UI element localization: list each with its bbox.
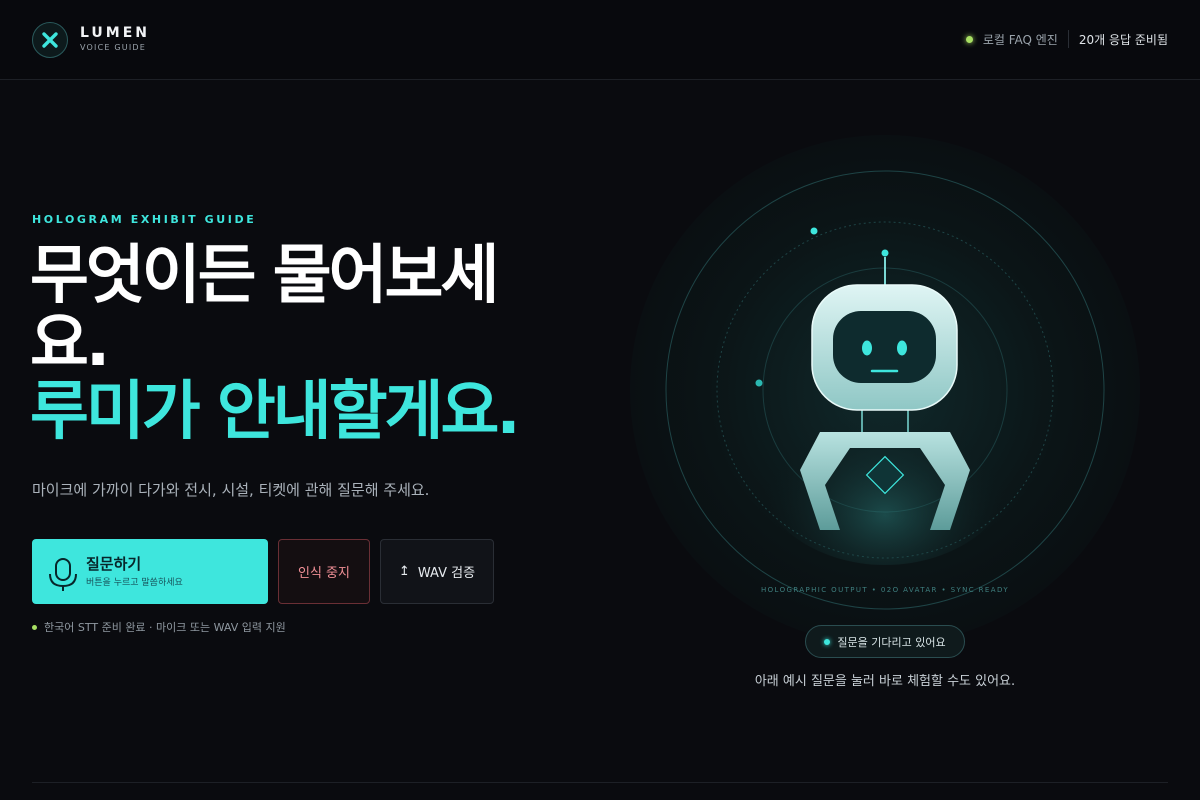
hologram-avatar-stage [630, 135, 1140, 645]
hero-subtitle: 마이크에 가까이 다가와 전시, 시설, 티켓에 관해 질문해 주세요. [32, 481, 430, 499]
hologram-caption: HOLOGRAPHIC OUTPUT • 02O AVATAR • SYNC R… [760, 586, 1010, 594]
example-hint: 아래 예시 질문을 눌러 바로 체험할 수도 있어요. [754, 674, 1016, 689]
avatar-right-eye [897, 340, 907, 356]
upload-arrow-icon: ↥ [398, 564, 410, 579]
engine-label: 로컬 FAQ 엔진 [982, 32, 1058, 47]
status-dot-icon [965, 35, 973, 43]
brand-tagline: VOICE GUIDE [80, 43, 147, 52]
top-header: LUMEN VOICE GUIDE 로컬 FAQ 엔진 20개 응답 준비됨 [0, 0, 1200, 80]
avatar-left-eye [862, 340, 872, 356]
status-divider [1067, 30, 1069, 48]
logo-x-icon [32, 22, 68, 58]
eyebrow-label: HOLOGRAM EXHIBIT GUIDE [32, 213, 257, 226]
ask-button-label: 질문하기 [86, 555, 142, 573]
headline-line-1: 무엇이든 물어보세요. [30, 239, 499, 381]
avatar-state-label: 질문을 기다리고 있어요 [837, 635, 946, 649]
responses-ready-label: 20개 응답 준비됨 [1078, 32, 1168, 47]
brand-name: LUMEN [80, 25, 151, 41]
microphone-icon [48, 558, 78, 596]
ask-button-hint: 버튼을 누르고 말씀하세요 [86, 578, 183, 588]
wav-verify-button[interactable]: ↥ WAV 검증 [380, 539, 494, 604]
wav-verify-label: WAV 검증 [417, 566, 476, 581]
engine-status: 로컬 FAQ 엔진 20개 응답 준비됨 [965, 30, 1168, 48]
stt-ready-text: 한국어 STT 준비 완료 · 마이크 또는 WAV 입력 지원 [44, 621, 286, 634]
page-title: 무엇이든 물어보세요. 루미가 안내할게요. [30, 242, 570, 446]
particle-1 [810, 227, 818, 235]
avatar-state-badge: 질문을 기다리고 있어요 [805, 625, 965, 658]
section-divider [32, 782, 1168, 783]
particle-2 [755, 379, 763, 387]
ask-question-button[interactable]: 질문하기 버튼을 누르고 말씀하세요 [32, 539, 268, 604]
ready-dot-icon [32, 624, 37, 630]
stop-recognition-button[interactable]: 인식 중지 [278, 539, 370, 604]
headline-line-2: 루미가 안내할게요. [30, 375, 521, 449]
stt-ready-status: 한국어 STT 준비 완료 · 마이크 또는 WAV 입력 지원 [32, 619, 286, 635]
antenna-tip [881, 249, 889, 257]
state-dot-icon [824, 638, 831, 645]
